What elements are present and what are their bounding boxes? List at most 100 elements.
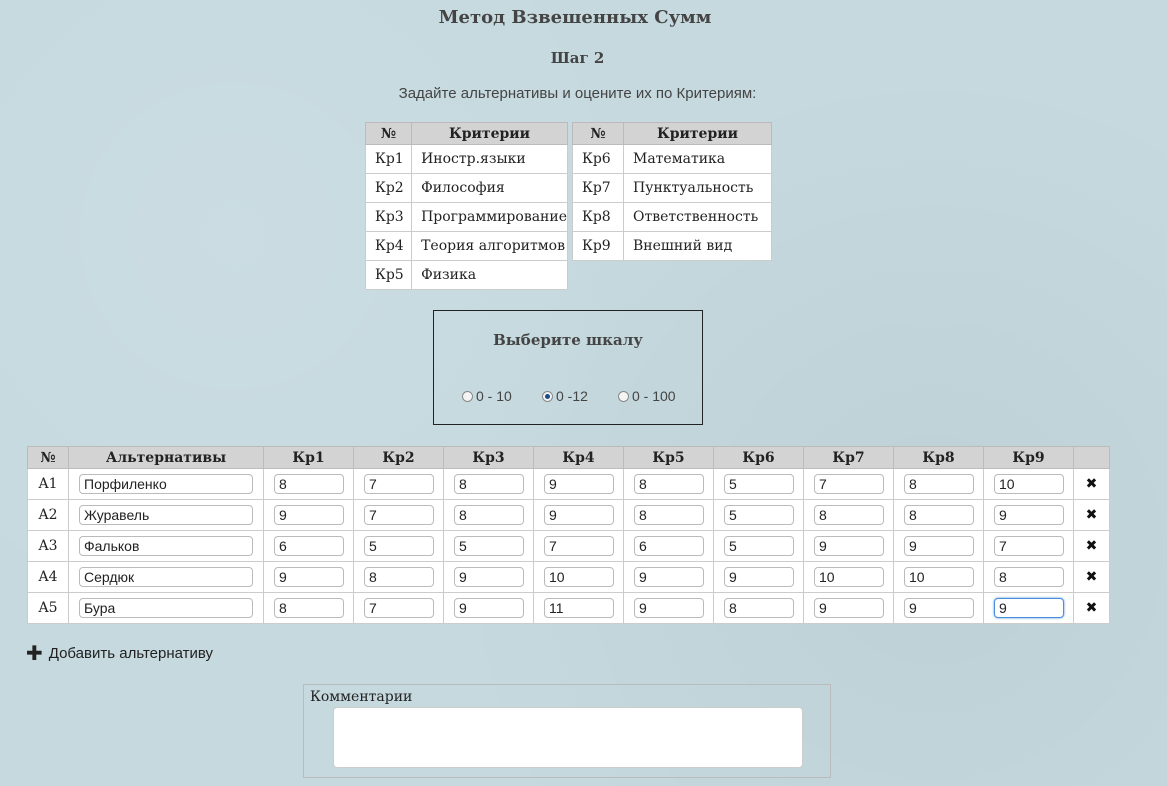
- score-input[interactable]: 7: [994, 536, 1064, 556]
- criteria-name: Внешний вид: [623, 231, 772, 261]
- score-input[interactable]: 7: [814, 474, 884, 494]
- comments-section: Комментарии: [303, 684, 831, 778]
- score-input[interactable]: 5: [364, 536, 434, 556]
- score-input[interactable]: 5: [454, 536, 524, 556]
- score-input[interactable]: 6: [274, 536, 344, 556]
- score-input[interactable]: 8: [814, 505, 884, 525]
- score-input[interactable]: 9: [994, 505, 1064, 525]
- delete-icon[interactable]: ✖: [1086, 600, 1098, 616]
- score-input[interactable]: 7: [364, 598, 434, 618]
- score-cell-kr4: 11: [533, 592, 624, 624]
- score-input[interactable]: 9: [724, 567, 794, 587]
- score-input[interactable]: 9: [274, 505, 344, 525]
- alternative-id: A5: [27, 592, 69, 624]
- criteria-name: Философия: [411, 173, 568, 203]
- score-input[interactable]: 10: [904, 567, 974, 587]
- criteria-name: Программирование: [411, 202, 568, 232]
- add-alternative-label: Добавить альтернативу: [48, 644, 214, 662]
- plus-icon[interactable]: ✚: [26, 643, 43, 663]
- alternative-name-input[interactable]: Сердюк: [79, 567, 253, 587]
- alternative-name-input[interactable]: Порфиленко: [79, 474, 253, 494]
- delete-icon[interactable]: ✖: [1086, 569, 1098, 585]
- score-cell-kr8: 8: [893, 468, 984, 500]
- alternative-name-input[interactable]: Бура: [79, 598, 253, 618]
- score-input[interactable]: 9: [274, 567, 344, 587]
- score-input[interactable]: 8: [994, 567, 1064, 587]
- score-input[interactable]: 9: [544, 505, 614, 525]
- score-cell-kr5: 8: [623, 499, 714, 531]
- criteria-row: Кр9 Внешний вид: [572, 231, 772, 261]
- score-input[interactable]: 9: [454, 567, 524, 587]
- score-cell-kr7: 10: [803, 561, 894, 593]
- scale-option-0-10[interactable]: 0 - 10: [462, 388, 512, 404]
- table-row: A4 Сердюк 9 8 9 10 9 9 10 10 8 ✖: [27, 561, 1110, 593]
- radio-button[interactable]: [618, 390, 629, 402]
- score-input[interactable]: 9: [814, 536, 884, 556]
- criteria-table-right: № Критерии Кр6 Математика Кр7 Пунктуальност…: [572, 122, 772, 261]
- score-cell-kr1: 6: [263, 530, 354, 562]
- score-input[interactable]: 8: [904, 474, 974, 494]
- score-input[interactable]: 8: [724, 598, 794, 618]
- score-input[interactable]: 11: [544, 598, 614, 618]
- add-alternative-button[interactable]: ✚ Добавить альтернативу: [26, 643, 214, 663]
- score-input[interactable]: 5: [724, 505, 794, 525]
- score-input[interactable]: 9: [544, 474, 614, 494]
- score-input[interactable]: 8: [454, 505, 524, 525]
- score-input[interactable]: 8: [634, 474, 704, 494]
- score-input[interactable]: 8: [904, 505, 974, 525]
- scale-option-0-12[interactable]: 0 -12: [542, 388, 588, 404]
- score-input[interactable]: 9: [634, 598, 704, 618]
- score-cell-kr3: 9: [443, 592, 534, 624]
- score-input[interactable]: 6: [634, 536, 704, 556]
- score-input[interactable]: 8: [454, 474, 524, 494]
- alt-header-number: №: [27, 446, 69, 469]
- score-input[interactable]: 7: [364, 474, 434, 494]
- criteria-row: Кр3 Программирование: [364, 202, 568, 232]
- score-input[interactable]: 9: [634, 567, 704, 587]
- delete-icon[interactable]: ✖: [1086, 507, 1098, 523]
- alternatives-table: № Альтернативы Кр1 Кр2 Кр3 Кр4 Кр5 Кр6 К…: [27, 446, 1110, 624]
- score-input[interactable]: 10: [994, 474, 1064, 494]
- score-input[interactable]: 7: [544, 536, 614, 556]
- score-input[interactable]: 9: [814, 598, 884, 618]
- score-input[interactable]: 9: [454, 598, 524, 618]
- score-cell-kr9: 8: [983, 561, 1074, 593]
- score-cell-kr2: 7: [353, 468, 444, 500]
- score-cell-kr7: 7: [803, 468, 894, 500]
- radio-button[interactable]: [462, 390, 473, 402]
- score-input[interactable]: 10: [544, 567, 614, 587]
- scale-option-0-100[interactable]: 0 - 100: [618, 388, 676, 404]
- criteria-id: Кр7: [572, 173, 624, 203]
- score-input[interactable]: 8: [274, 474, 344, 494]
- delete-icon[interactable]: ✖: [1086, 476, 1098, 492]
- score-cell-kr8: 9: [893, 530, 984, 562]
- score-input[interactable]: 5: [724, 474, 794, 494]
- score-input[interactable]: 8: [634, 505, 704, 525]
- score-input[interactable]: 8: [364, 567, 434, 587]
- score-cell-kr2: 5: [353, 530, 444, 562]
- score-input[interactable]: 5: [724, 536, 794, 556]
- score-input[interactable]: 10: [814, 567, 884, 587]
- alternative-name-cell: Бура: [68, 592, 264, 624]
- score-input[interactable]: 8: [274, 598, 344, 618]
- radio-button[interactable]: [542, 390, 553, 402]
- score-input[interactable]: 9: [904, 598, 974, 618]
- criteria-header-name: Критерии: [623, 122, 772, 145]
- criteria-id: Кр3: [364, 202, 413, 232]
- alternative-name-input[interactable]: Фальков: [79, 536, 253, 556]
- score-input[interactable]: 7: [364, 505, 434, 525]
- alternative-id: A3: [27, 530, 69, 562]
- score-cell-kr4: 9: [533, 468, 624, 500]
- score-cell-kr9: 10: [983, 468, 1074, 500]
- score-input[interactable]: 9: [904, 536, 974, 556]
- alternative-name-input[interactable]: Журавель: [79, 505, 253, 525]
- criteria-name: Теория алгоритмов: [411, 231, 568, 261]
- criteria-name: Физика: [411, 260, 568, 290]
- score-input[interactable]: 9: [994, 598, 1064, 618]
- table-row: A2 Журавель 9 7 8 9 8 5 8 8 9 ✖: [27, 499, 1110, 531]
- step-title: Шаг 2: [550, 49, 605, 67]
- comments-textarea[interactable]: [333, 707, 803, 768]
- alt-header-actions: [1073, 446, 1110, 469]
- delete-icon[interactable]: ✖: [1086, 538, 1098, 554]
- score-cell-kr1: 8: [263, 592, 354, 624]
